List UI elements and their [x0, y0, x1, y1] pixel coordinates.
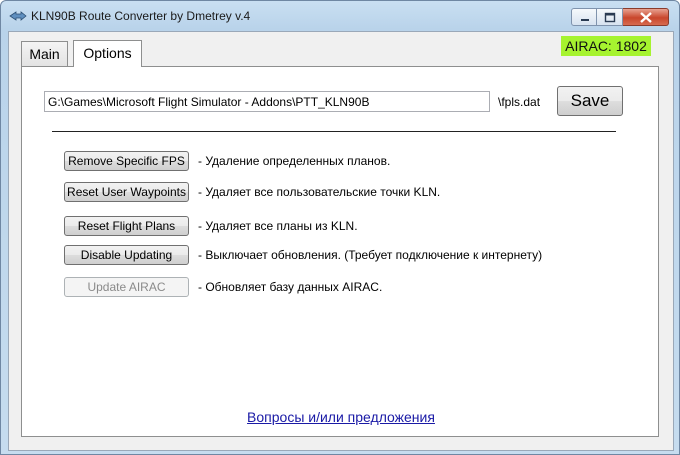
title-bar[interactable]: KLN90B Route Converter by Dmetrey v.4: [1, 1, 679, 31]
remove-specific-fps-button[interactable]: Remove Specific FPS: [64, 151, 189, 171]
reset-flight-plans-description: - Удаляет все планы из KLN.: [198, 219, 358, 233]
path-suffix: \fpls.dat: [498, 95, 541, 109]
airplane-icon: [9, 9, 27, 23]
update-airac-description: - Обновляет базу данных AIRAC.: [198, 280, 383, 294]
remove-specific-fps-description: - Удаление определенных планов.: [198, 154, 391, 168]
tab-main[interactable]: Main: [21, 41, 68, 66]
reset-flight-plans-button[interactable]: Reset Flight Plans: [64, 216, 189, 236]
close-button[interactable]: [623, 8, 669, 26]
separator: [52, 131, 616, 132]
minimize-button[interactable]: [571, 8, 597, 26]
feedback-link[interactable]: Вопросы и/или предложения: [22, 409, 660, 425]
tab-options[interactable]: Options: [73, 40, 142, 67]
reset-user-waypoints-button[interactable]: Reset User Waypoints: [64, 182, 189, 202]
save-button[interactable]: Save: [557, 86, 623, 116]
disable-updating-description: - Выключает обновления. (Требует подключ…: [198, 248, 543, 262]
reset-user-waypoints-description: - Удаляет все пользовательские точки KLN…: [198, 185, 441, 199]
options-panel: \fpls.dat Save Remove Specific FPS - Уда…: [21, 66, 659, 437]
maximize-button[interactable]: [597, 8, 623, 26]
update-airac-button[interactable]: Update AIRAC: [64, 277, 189, 297]
disable-updating-button[interactable]: Disable Updating: [64, 245, 189, 265]
window-title: KLN90B Route Converter by Dmetrey v.4: [31, 9, 251, 23]
path-input[interactable]: [44, 91, 490, 112]
app-window: KLN90B Route Converter by Dmetrey v.4 Ma…: [0, 0, 680, 455]
airac-badge: AIRAC: 1802: [561, 36, 651, 56]
client-area: Main Options AIRAC: 1802 \fpls.dat Save …: [8, 31, 674, 451]
